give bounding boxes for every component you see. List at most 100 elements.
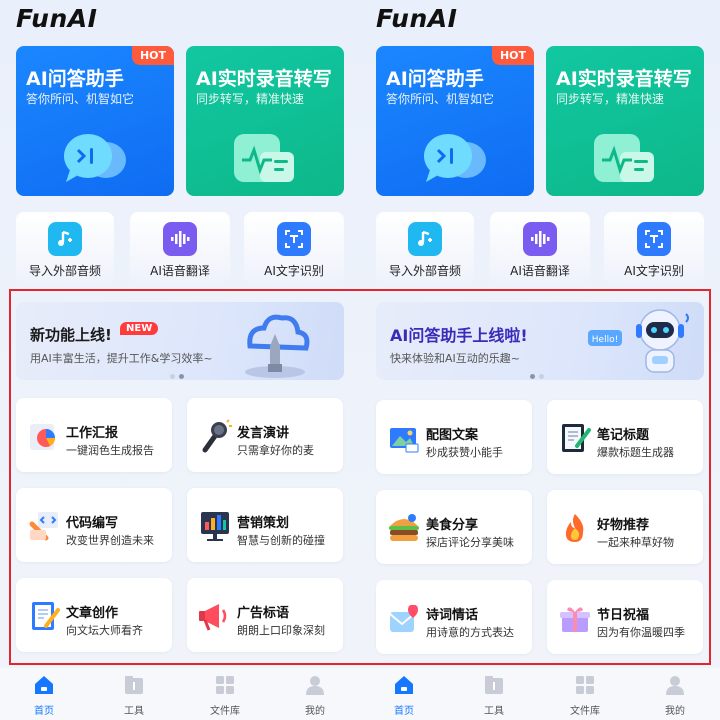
music-import-icon <box>408 222 442 256</box>
card-title: AI实时录音转写 <box>556 68 692 90</box>
tab-profile[interactable]: 我的 <box>653 674 697 717</box>
feature-tile[interactable]: 广告标语 朗朗上口印象深刻 <box>187 578 343 652</box>
tool-label: 导入外部音频 <box>388 264 461 278</box>
feature-title: 发言演讲 <box>237 426 290 441</box>
text-scan-icon <box>277 222 311 256</box>
feature-subtitle: 智慧与创新的碰撞 <box>237 534 325 547</box>
banner-subtitle: 快来体验和AI互动的乐趣~ <box>390 352 520 365</box>
feature-tile[interactable]: 节日祝福 因为有你温暖四季 <box>547 580 703 654</box>
tab-label: 首页 <box>34 706 54 717</box>
home-icon <box>35 676 53 694</box>
feature-tile[interactable]: 文章创作 向文坛大师看齐 <box>16 578 172 652</box>
tool-label: 导入外部音频 <box>28 264 101 278</box>
profile-icon <box>666 676 684 695</box>
right-screen: FunAI AI问答助手 答你所问、机智如它 HOT AI实时录音转写 同步转写… <box>360 0 720 720</box>
ai-qa-assistant-card[interactable]: AI问答助手 答你所问、机智如它 HOT <box>16 46 174 196</box>
feature-subtitle: 只需拿好你的麦 <box>237 444 314 457</box>
tab-label: 文件库 <box>210 706 240 717</box>
ai-qa-launch-banner[interactable]: AI问答助手上线啦! 快来体验和AI互动的乐趣~ Hello! <box>376 302 704 380</box>
card-subtitle: 同步转写，精准快速 <box>556 92 665 106</box>
feature-title: 笔记标题 <box>597 428 650 443</box>
ai-transcribe-card[interactable]: AI实时录音转写 同步转写，精准快速 <box>186 46 344 196</box>
feature-title: 工作汇报 <box>66 426 119 441</box>
image-caption-icon <box>390 428 419 453</box>
voice-translate-button[interactable]: AI语音翻译 <box>130 212 230 284</box>
burger-icon <box>389 514 419 541</box>
feature-subtitle: 一键润色生成报告 <box>66 444 154 457</box>
feature-tile[interactable]: 营销策划 智慧与创新的碰撞 <box>187 488 343 562</box>
tab-tools[interactable]: 工具 <box>472 674 516 717</box>
music-import-icon <box>48 222 82 256</box>
feature-tile[interactable]: 配图文案 秒成获赞小能手 <box>376 400 532 474</box>
voice-wave-icon <box>163 222 197 256</box>
new-feature-banner[interactable]: 新功能上线! NEW 用AI丰富生活，提升工作&学习效率~ <box>16 302 344 380</box>
tab-tools[interactable]: 工具 <box>112 674 156 717</box>
card-subtitle: 答你所问、机智如它 <box>386 92 495 106</box>
hot-badge: HOT <box>491 46 534 65</box>
ai-qa-assistant-card[interactable]: AI问答助手 答你所问、机智如它 HOT <box>376 46 534 196</box>
tools-icon <box>125 676 143 694</box>
tab-profile[interactable]: 我的 <box>293 674 337 717</box>
card-title: AI实时录音转写 <box>196 68 332 90</box>
file-library-icon <box>216 676 234 694</box>
feature-title: 广告标语 <box>237 606 290 621</box>
feature-title: 代码编写 <box>66 516 119 531</box>
feature-title: 配图文案 <box>426 428 479 443</box>
tool-label: AI文字识别 <box>624 264 684 278</box>
banner-title: 新功能上线! <box>30 326 112 344</box>
tab-file-library[interactable]: 文件库 <box>563 674 607 717</box>
import-audio-button[interactable]: 导入外部音频 <box>16 212 114 284</box>
home-icon <box>395 676 413 694</box>
tab-label: 我的 <box>665 706 685 717</box>
feature-title: 好物推荐 <box>597 518 650 533</box>
voice-translate-button[interactable]: AI语音翻译 <box>490 212 590 284</box>
tools-icon <box>485 676 503 694</box>
feature-subtitle: 秒成获赞小能手 <box>426 446 503 459</box>
feature-tile[interactable]: 笔记标题 爆款标题生成器 <box>547 400 703 474</box>
feature-tile[interactable]: 诗词情话 用诗意的方式表达 <box>376 580 532 654</box>
microphone-icon <box>202 419 232 453</box>
text-recognition-button[interactable]: AI文字识别 <box>244 212 344 284</box>
bottom-tab-bar: 首页 工具 文件库 我的 <box>360 668 720 720</box>
card-subtitle: 同步转写，精准快速 <box>196 92 305 106</box>
tab-label: 文件库 <box>570 706 600 717</box>
profile-icon <box>306 676 324 695</box>
voice-transcribe-icon <box>234 134 294 182</box>
feature-subtitle: 探店评论分享美味 <box>426 536 514 549</box>
feature-subtitle: 一起来种草好物 <box>597 536 674 549</box>
text-recognition-button[interactable]: AI文字识别 <box>604 212 704 284</box>
feature-subtitle: 向文坛大师看齐 <box>66 624 143 637</box>
tool-label: AI语音翻译 <box>510 264 570 278</box>
card-title: AI问答助手 <box>26 68 124 90</box>
feature-tile[interactable]: 工作汇报 一键润色生成报告 <box>16 398 172 472</box>
feature-subtitle: 因为有你温暖四季 <box>597 626 685 639</box>
tab-label: 首页 <box>394 706 414 717</box>
feature-tile[interactable]: 好物推荐 一起来种草好物 <box>547 490 703 564</box>
tab-label: 我的 <box>305 706 325 717</box>
feature-title: 美食分享 <box>426 518 479 533</box>
banner-subtitle: 用AI丰富生活，提升工作&学习效率~ <box>30 352 213 365</box>
article-pen-icon <box>32 602 60 630</box>
report-chart-icon <box>30 424 55 450</box>
feature-subtitle: 用诗意的方式表达 <box>426 626 514 639</box>
text-scan-icon <box>637 222 671 256</box>
import-audio-button[interactable]: 导入外部音频 <box>376 212 474 284</box>
feature-tile[interactable]: 代码编写 改变世界创造未来 <box>16 488 172 562</box>
tab-home[interactable]: 首页 <box>382 674 426 717</box>
cloud-rocket-icon <box>245 314 310 378</box>
feature-subtitle: 爆款标题生成器 <box>597 446 674 459</box>
bottom-tab-bar: 首页 工具 文件库 我的 <box>0 668 360 720</box>
tool-label: AI文字识别 <box>264 264 324 278</box>
tab-file-library[interactable]: 文件库 <box>203 674 247 717</box>
fire-icon <box>565 514 584 542</box>
tab-home[interactable]: 首页 <box>22 674 66 717</box>
feature-tile[interactable]: 发言演讲 只需拿好你的麦 <box>187 398 343 472</box>
feature-tile[interactable]: 美食分享 探店评论分享美味 <box>376 490 532 564</box>
tool-label: AI语音翻译 <box>150 264 210 278</box>
megaphone-icon <box>199 604 227 631</box>
left-screen: FunAI AI问答助手 答你所问、机智如它 HOT AI实时录音转写 同步转写… <box>0 0 360 720</box>
robot-icon: Hello! <box>588 309 689 373</box>
ai-transcribe-card[interactable]: AI实时录音转写 同步转写，精准快速 <box>546 46 704 196</box>
card-title: AI问答助手 <box>386 68 484 90</box>
tab-label: 工具 <box>484 706 504 717</box>
